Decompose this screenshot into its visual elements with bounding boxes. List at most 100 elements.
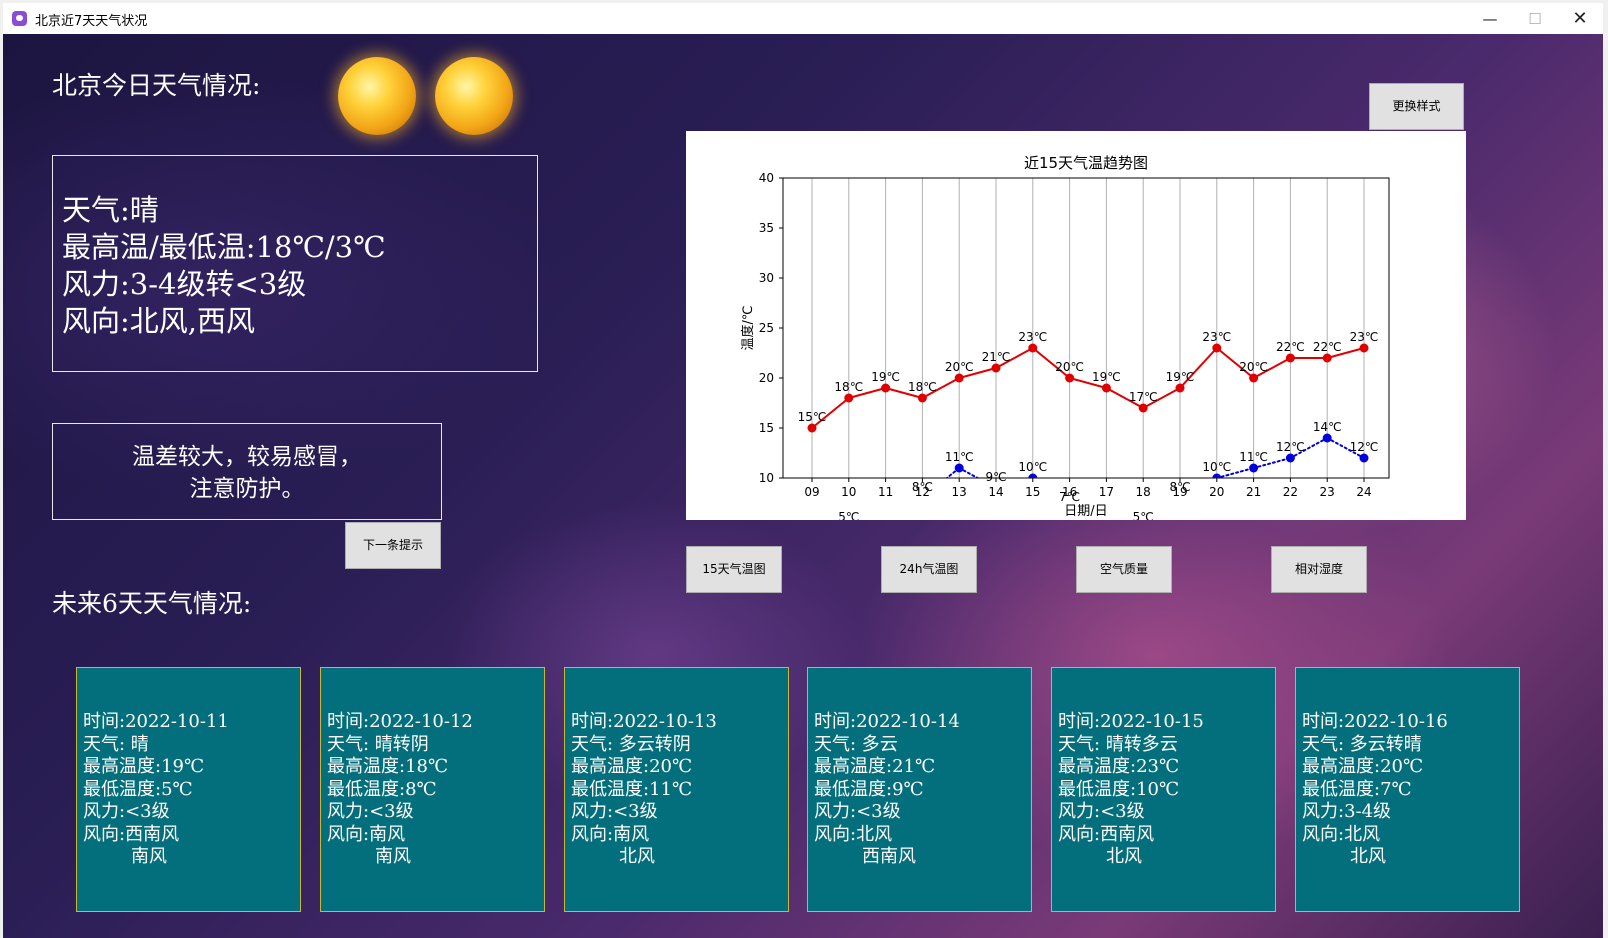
forecast-high: 最高温度:20℃ (1302, 756, 1424, 777)
data-label: 18℃ (908, 380, 937, 394)
data-point (1212, 343, 1222, 353)
forecast-date: 时间:2022-10-12 (327, 711, 473, 732)
title-bar: 北京近7天天气状况 — ☐ ✕ (3, 3, 1603, 35)
data-point (1322, 433, 1332, 443)
data-label: 20℃ (945, 360, 974, 374)
data-label: 12℃ (1276, 440, 1305, 454)
temp-24h-button[interactable]: 24h气温图 (881, 546, 977, 593)
data-label: 8℃ (912, 480, 933, 494)
today-temp-range: 最高温/最低温:18℃/3℃ (62, 230, 386, 264)
forecast-wind-force: 风力:3-4级 (1302, 801, 1392, 822)
x-tick-label: 14 (988, 485, 1003, 499)
forecast-date: 时间:2022-10-16 (1302, 711, 1448, 732)
x-tick-label: 17 (1099, 485, 1114, 499)
data-label: 23℃ (1202, 330, 1231, 344)
forecast-wind-force: 风力:<3级 (327, 801, 414, 822)
data-label: 10℃ (1202, 460, 1231, 474)
data-point (954, 463, 964, 473)
data-label: 19℃ (1092, 370, 1121, 384)
data-point (1175, 383, 1185, 393)
data-point (1359, 453, 1369, 463)
x-axis-label: 日期/日 (1064, 504, 1107, 519)
data-label: 8℃ (1169, 480, 1190, 494)
x-tick-label: 22 (1283, 485, 1298, 499)
forecast-wind-direction-2: 西南风 (862, 846, 916, 867)
data-point (917, 393, 927, 403)
data-point (1359, 343, 1369, 353)
x-tick-label: 21 (1246, 485, 1261, 499)
close-button[interactable]: ✕ (1558, 6, 1602, 32)
next-tip-button[interactable]: 下一条提示 (345, 522, 441, 569)
forecast-weather: 天气: 多云 (814, 733, 898, 755)
forecast-wind-direction-2: 南风 (131, 846, 167, 867)
forecast-date: 时间:2022-10-15 (1058, 711, 1204, 732)
forecast-weather: 天气: 多云转晴 (1302, 733, 1422, 755)
x-tick-label: 13 (952, 485, 967, 499)
data-label: 11℃ (945, 450, 974, 464)
forecast-wind-force: 风力:<3级 (83, 801, 170, 822)
forecast-high: 最高温度:21℃ (814, 756, 936, 777)
data-point (991, 363, 1001, 373)
x-tick-label: 23 (1320, 485, 1335, 499)
x-tick-label: 11 (878, 485, 893, 499)
data-label: 10℃ (1018, 460, 1047, 474)
y-axis-label: 温度/℃ (740, 306, 756, 351)
window-title: 北京近7天天气状况 (35, 14, 148, 29)
forecast-wind-force: 风力:<3级 (814, 801, 901, 822)
x-tick-label: 24 (1356, 485, 1371, 499)
data-label: 20℃ (1239, 360, 1268, 374)
data-point (1322, 353, 1332, 363)
forecast-low: 最低温度:9℃ (814, 778, 924, 800)
forecast-heading: 未来6天天气情况: (52, 589, 252, 618)
forecast-high: 最高温度:19℃ (83, 756, 205, 777)
y-tick-label: 25 (759, 321, 774, 335)
data-point (1285, 453, 1295, 463)
humidity-button[interactable]: 相对湿度 (1271, 546, 1367, 593)
forecast-wind-direction: 风向:西南风 (1058, 823, 1155, 845)
today-wind-direction: 风向:北风,西风 (62, 304, 255, 338)
data-point (1065, 373, 1075, 383)
forecast-wind-direction-2: 南风 (375, 846, 411, 867)
data-point (807, 423, 817, 433)
forecast-card: 时间:2022-10-16 天气: 多云转晴 最高温度:20℃ 最低温度:7℃ … (1295, 667, 1520, 912)
x-tick-label: 18 (1136, 485, 1151, 499)
sun-icon (435, 57, 513, 135)
chart-title: 近15天气温趋势图 (1024, 154, 1148, 172)
data-point (1249, 373, 1259, 383)
forecast-low: 最低温度:11℃ (571, 778, 693, 800)
app-window: 北京近7天天气状况 — ☐ ✕ 北京今日天气情况: 天气:晴 最高温/最低温:1… (0, 0, 1608, 938)
forecast-wind-direction: 风向:南风 (327, 823, 406, 845)
data-label: 20℃ (1055, 360, 1084, 374)
data-label: 19℃ (1166, 370, 1195, 384)
forecast-weather: 天气: 晴转多云 (1058, 733, 1178, 755)
change-style-button[interactable]: 更换样式 (1369, 83, 1464, 130)
tip-line: 注意防护。 (189, 476, 305, 502)
forecast-wind-direction: 风向:北风 (814, 823, 893, 845)
air-quality-button[interactable]: 空气质量 (1076, 546, 1172, 593)
plot-frame (782, 177, 1390, 479)
data-label: 7℃ (1059, 490, 1080, 504)
forecast-weather: 天气: 多云转阴 (571, 733, 691, 755)
minimize-button[interactable]: — (1468, 6, 1512, 32)
data-point (1138, 403, 1148, 413)
data-label: 19℃ (871, 370, 900, 384)
data-point (1249, 463, 1259, 473)
forecast-wind-direction-2: 北风 (1106, 846, 1142, 867)
data-point (954, 373, 964, 383)
x-tick-label: 09 (804, 485, 819, 499)
data-point (881, 383, 891, 393)
forecast-low: 最低温度:5℃ (83, 778, 193, 800)
forecast-card: 时间:2022-10-15 天气: 晴转多云 最高温度:23℃ 最低温度:10℃… (1051, 667, 1276, 912)
forecast-high: 最高温度:18℃ (327, 756, 449, 777)
y-tick-label: 20 (759, 371, 774, 385)
forecast-wind-direction: 风向:南风 (571, 823, 650, 845)
y-tick-label: 35 (759, 221, 774, 235)
forecast-wind-force: 风力:<3级 (1058, 801, 1145, 822)
app-icon (12, 11, 27, 26)
y-tick-label: 15 (759, 421, 774, 435)
forecast-low: 最低温度:7℃ (1302, 778, 1412, 800)
data-label: 22℃ (1313, 340, 1342, 354)
maximize-button[interactable]: ☐ (1513, 6, 1557, 32)
temp-15day-button[interactable]: 15天气温图 (686, 546, 782, 593)
data-label: 18℃ (834, 380, 863, 394)
